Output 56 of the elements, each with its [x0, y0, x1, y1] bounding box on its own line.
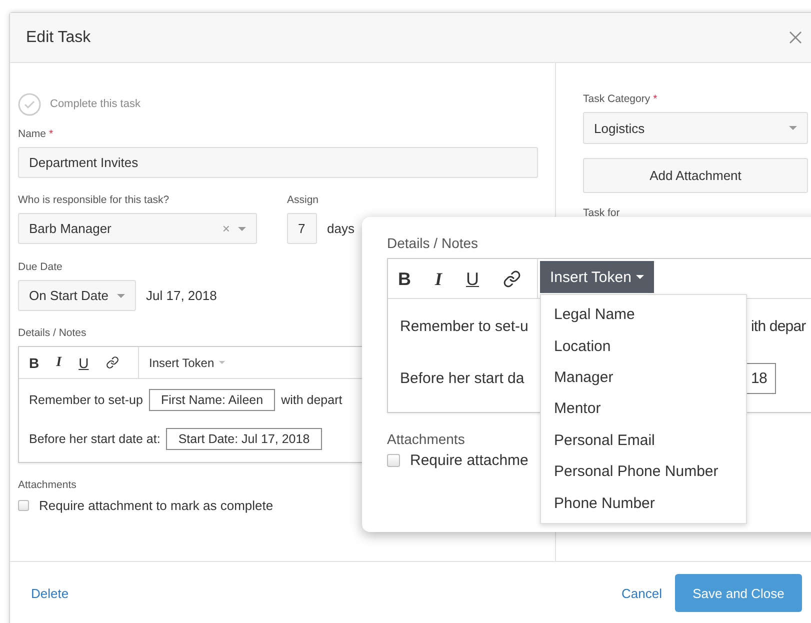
format-button[interactable]: I	[435, 270, 442, 288]
link-icon[interactable]	[106, 356, 119, 369]
assign-days-field[interactable]: 7	[287, 213, 317, 244]
token-chip[interactable]: Start Date: Jul 17, 2018	[166, 428, 322, 450]
due-date-select[interactable]: On Start Date	[18, 280, 136, 311]
name-label: Name *	[18, 127, 54, 142]
menu-item[interactable]: Legal Name	[541, 299, 746, 330]
menu-item[interactable]: Location	[541, 330, 746, 362]
complete-task-label: Complete this task	[50, 98, 140, 110]
menu-item[interactable]: Mentor	[541, 393, 746, 425]
caret-icon	[117, 294, 125, 298]
link-icon[interactable]	[503, 270, 522, 288]
days-text: days	[327, 221, 354, 236]
menu-item[interactable]: Personal Phone Number	[541, 456, 746, 488]
name-field[interactable]: Department Invites	[18, 147, 538, 178]
note-text: ith depar	[751, 318, 806, 334]
caret-icon	[636, 275, 644, 279]
note-text: with depart	[281, 393, 342, 407]
menu-item[interactable]: Personal Email	[541, 424, 746, 456]
task-for-label: Task for	[583, 206, 620, 221]
notes-label: Details / Notes	[387, 235, 478, 251]
assign-label: Assign	[287, 193, 319, 208]
dialog-title: Edit Task	[26, 28, 91, 46]
task-category-select[interactable]: Logistics	[583, 112, 808, 144]
format-button[interactable]: U	[466, 270, 480, 288]
note-text: Before her start date at:	[29, 432, 160, 446]
task-category-label: Task Category *	[583, 92, 658, 107]
cancel-link[interactable]: Cancel	[622, 582, 662, 604]
caret-icon	[238, 226, 246, 230]
notes-label: Details / Notes	[18, 326, 86, 341]
responsible-select[interactable]: Barb Manager ×	[18, 213, 257, 244]
format-button[interactable]: B	[398, 270, 411, 288]
note-text: Remember to set-u	[400, 318, 528, 334]
check-circle-icon[interactable]	[18, 92, 41, 116]
due-date-label: Due Date	[18, 260, 62, 275]
note-text: Remember to set-up	[29, 393, 143, 407]
menu-item[interactable]: Phone Number	[541, 488, 746, 519]
caret-icon	[219, 361, 226, 364]
close-icon[interactable]	[789, 31, 802, 44]
attachments-label: Attachments	[387, 431, 465, 447]
add-attachment-button[interactable]: Add Attachment	[583, 158, 808, 193]
require-attachment-checkbox[interactable]: Require attachme	[387, 452, 528, 469]
attachments-label: Attachments	[18, 478, 76, 493]
format-button[interactable]: I	[56, 356, 62, 370]
insert-token-button[interactable]: Insert Token	[139, 347, 236, 378]
insert-token-button[interactable]: Insert Token	[540, 261, 654, 293]
responsible-label: Who is responsible for this task?	[18, 193, 170, 208]
due-date-text: Jul 17, 2018	[146, 288, 217, 303]
require-attachment-checkbox[interactable]: Require attachment to mark as complete	[18, 498, 274, 513]
format-button[interactable]: U	[78, 356, 89, 370]
delete-link[interactable]: Delete	[31, 582, 69, 604]
caret-icon	[789, 126, 797, 130]
note-text: Before her start da	[400, 370, 524, 386]
notes-editor[interactable]: B I U Insert Token Remember to set-up First Name: Aileen with depart Before her start date at: Start Date: Jul 17, 2018	[18, 346, 363, 463]
token-chip[interactable]: First Name: Aileen	[148, 389, 276, 411]
format-button[interactable]: B	[29, 356, 40, 370]
